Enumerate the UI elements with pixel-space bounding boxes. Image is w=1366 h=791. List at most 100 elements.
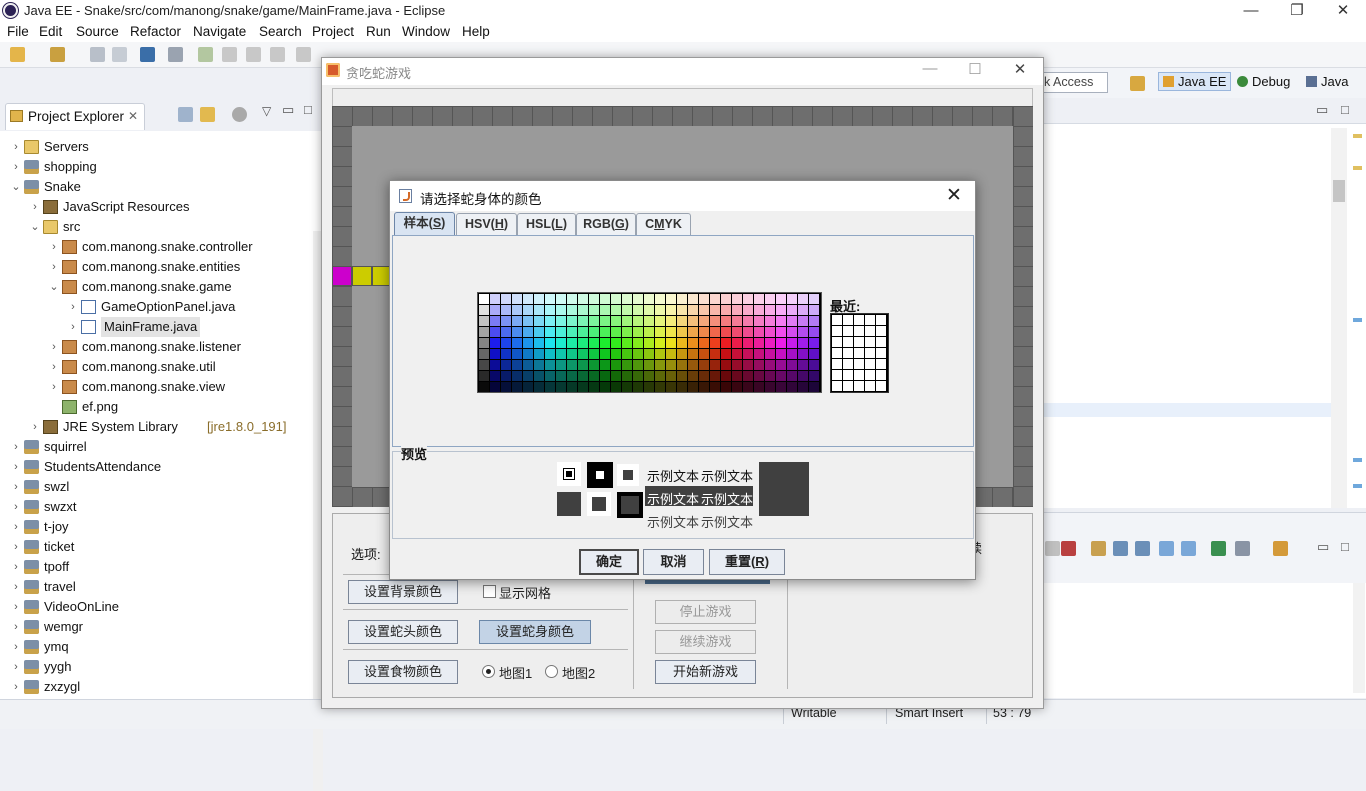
color-swatch[interactable]: [523, 349, 533, 359]
color-swatch[interactable]: [512, 349, 522, 359]
color-swatch[interactable]: [776, 316, 786, 326]
color-swatch[interactable]: [743, 382, 753, 392]
menu-window[interactable]: Window: [402, 24, 450, 39]
minimize-view-icon[interactable]: ▭: [282, 102, 294, 118]
recent-swatch[interactable]: [843, 359, 853, 369]
color-swatch[interactable]: [809, 349, 819, 359]
color-swatch[interactable]: [501, 316, 511, 326]
color-swatch[interactable]: [512, 371, 522, 381]
color-swatch[interactable]: [732, 371, 742, 381]
color-swatch[interactable]: [490, 382, 500, 392]
recent-swatch[interactable]: [854, 348, 864, 358]
color-swatch[interactable]: [754, 349, 764, 359]
view-toolbar-icon[interactable]: [1159, 541, 1174, 556]
color-swatch[interactable]: [523, 360, 533, 370]
color-swatch[interactable]: [721, 349, 731, 359]
expand-arrow-icon[interactable]: ›: [29, 197, 41, 217]
game-close-button[interactable]: ✕: [1000, 60, 1040, 78]
color-swatch[interactable]: [556, 371, 566, 381]
color-swatch[interactable]: [776, 327, 786, 337]
overview-marker[interactable]: [1353, 134, 1362, 138]
color-swatch[interactable]: [732, 327, 742, 337]
color-swatch[interactable]: [666, 294, 676, 304]
color-swatch[interactable]: [743, 371, 753, 381]
color-swatch[interactable]: [490, 338, 500, 348]
color-swatch[interactable]: [501, 382, 511, 392]
map2-radio[interactable]: [545, 665, 558, 678]
color-swatch[interactable]: [688, 327, 698, 337]
color-swatch[interactable]: [611, 338, 621, 348]
color-swatch[interactable]: [567, 371, 577, 381]
expand-arrow-icon[interactable]: ›: [10, 457, 22, 477]
color-swatch[interactable]: [809, 382, 819, 392]
recent-swatch[interactable]: [865, 381, 875, 391]
set-background-color-button[interactable]: 设置背景颜色: [348, 580, 458, 604]
menu-search[interactable]: Search: [259, 24, 302, 39]
recent-swatch[interactable]: [843, 337, 853, 347]
recent-swatch[interactable]: [865, 348, 875, 358]
expand-arrow-icon[interactable]: ›: [10, 617, 22, 637]
view-toolbar-icon[interactable]: [1135, 541, 1150, 556]
color-swatch[interactable]: [600, 349, 610, 359]
color-swatch[interactable]: [545, 294, 555, 304]
color-swatch[interactable]: [743, 316, 753, 326]
game-minimize-button[interactable]: —: [910, 60, 950, 77]
expand-arrow-icon[interactable]: ›: [67, 297, 79, 317]
color-swatch[interactable]: [710, 360, 720, 370]
recent-swatch[interactable]: [854, 315, 864, 325]
color-swatch[interactable]: [655, 382, 665, 392]
color-swatch[interactable]: [732, 360, 742, 370]
overview-marker[interactable]: [1353, 484, 1362, 488]
color-swatch[interactable]: [754, 294, 764, 304]
expand-arrow-icon[interactable]: ›: [10, 477, 22, 497]
color-swatch[interactable]: [479, 349, 489, 359]
collapse-arrow-icon[interactable]: ⌄: [48, 277, 60, 297]
recent-swatch[interactable]: [865, 359, 875, 369]
color-swatch[interactable]: [501, 360, 511, 370]
color-swatch[interactable]: [611, 349, 621, 359]
color-swatch[interactable]: [567, 338, 577, 348]
color-swatch[interactable]: [765, 360, 775, 370]
color-swatch[interactable]: [699, 338, 709, 348]
color-swatch[interactable]: [765, 349, 775, 359]
color-swatch[interactable]: [798, 294, 808, 304]
color-swatch[interactable]: [655, 327, 665, 337]
color-swatch[interactable]: [545, 305, 555, 315]
color-swatch[interactable]: [600, 294, 610, 304]
color-swatch[interactable]: [622, 316, 632, 326]
stop-game-button[interactable]: 停止游戏: [655, 600, 756, 624]
color-swatch[interactable]: [732, 294, 742, 304]
color-swatch[interactable]: [809, 327, 819, 337]
color-swatch[interactable]: [479, 316, 489, 326]
color-swatch[interactable]: [666, 327, 676, 337]
color-swatch[interactable]: [622, 382, 632, 392]
save-icon[interactable]: [90, 47, 105, 62]
color-swatch[interactable]: [633, 305, 643, 315]
recent-swatch[interactable]: [832, 348, 842, 358]
color-swatch[interactable]: [787, 338, 797, 348]
color-swatch[interactable]: [490, 305, 500, 315]
color-swatch[interactable]: [633, 338, 643, 348]
game-maximize-button[interactable]: ☐: [955, 60, 995, 78]
color-swatch[interactable]: [710, 349, 720, 359]
recent-swatch[interactable]: [876, 348, 886, 358]
color-swatch[interactable]: [798, 360, 808, 370]
color-swatch[interactable]: [787, 327, 797, 337]
recent-swatch[interactable]: [854, 370, 864, 380]
close-tab-icon[interactable]: ✕: [128, 104, 138, 129]
color-swatch[interactable]: [523, 316, 533, 326]
color-swatch[interactable]: [688, 305, 698, 315]
color-swatch[interactable]: [644, 294, 654, 304]
perspective-java-ee[interactable]: Java EE: [1158, 72, 1232, 91]
color-swatch[interactable]: [501, 294, 511, 304]
recent-swatch[interactable]: [876, 359, 886, 369]
recent-swatch[interactable]: [843, 381, 853, 391]
expand-arrow-icon[interactable]: ›: [48, 357, 60, 377]
color-swatch[interactable]: [578, 382, 588, 392]
color-swatch[interactable]: [710, 305, 720, 315]
reset-button[interactable]: 重置(R): [709, 549, 785, 575]
color-swatch[interactable]: [633, 371, 643, 381]
color-swatch[interactable]: [633, 349, 643, 359]
color-swatch[interactable]: [688, 316, 698, 326]
recent-swatch[interactable]: [865, 315, 875, 325]
